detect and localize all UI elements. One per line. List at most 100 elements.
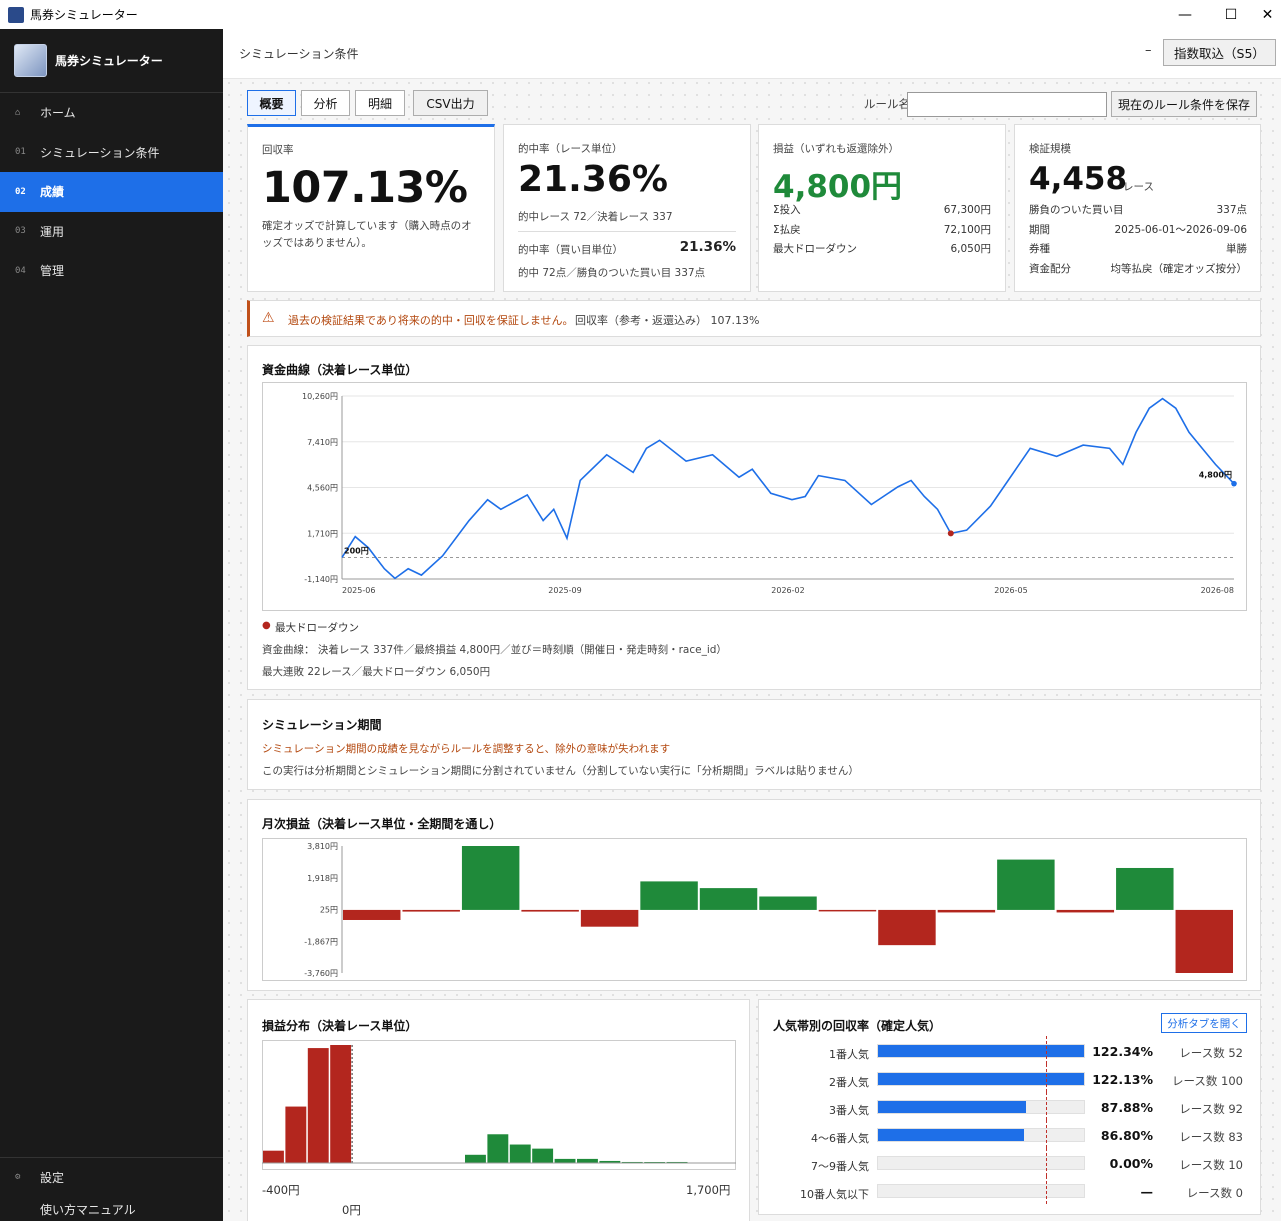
scale-key: 勝負のついた買い目 xyxy=(1029,204,1124,217)
histogram-bar-profit xyxy=(532,1148,554,1163)
histogram-bar-profit xyxy=(509,1144,531,1163)
sidebar-item-operation[interactable]: 03 運用 xyxy=(0,212,223,252)
y-tick-label: 25円 xyxy=(320,906,338,915)
csv-export-button[interactable]: CSV出力 xyxy=(413,90,488,116)
page-title: シミュレーション条件 xyxy=(239,47,359,61)
popularity-row: 4～6番人気 86.80% レース数 83 xyxy=(759,1120,1259,1152)
popularity-rate: 122.34% xyxy=(1092,1044,1153,1059)
divider xyxy=(518,231,736,232)
monthly-bar xyxy=(580,909,639,927)
hit-rate-title: 的中率（レース単位） xyxy=(518,143,623,155)
scale-title: 検証規模 xyxy=(1029,143,1071,155)
collapse-button[interactable]: – xyxy=(1145,43,1152,58)
sidebar-item-label: 成績 xyxy=(40,185,65,200)
y-tick-label: 10,260円 xyxy=(302,392,338,401)
drawdown-legend-icon: ● xyxy=(262,620,271,631)
popularity-card: 人気帯別の回収率（確定人気） 分析タブを開く 1番人気 122.34% レース数 5… xyxy=(758,999,1261,1215)
popularity-rate: 86.80% xyxy=(1100,1128,1153,1143)
monthly-bar xyxy=(997,859,1055,910)
monthly-bar xyxy=(521,909,579,912)
maximize-button[interactable]: ☐ xyxy=(1208,0,1254,29)
popularity-bar-fill xyxy=(878,1101,1026,1113)
pl-key: Σ払戻 xyxy=(773,223,801,236)
scale-row: 勝負のついた買い目 337点 xyxy=(1029,200,1247,220)
monthly-bar xyxy=(402,909,460,912)
tab-analysis[interactable]: 分析 xyxy=(301,90,350,116)
x-tick-label: 2025-09 xyxy=(548,586,581,595)
close-button[interactable]: ✕ xyxy=(1254,0,1281,29)
open-analysis-tab-button[interactable]: 分析タブを開く xyxy=(1161,1013,1247,1033)
reference-line xyxy=(1046,1176,1047,1204)
sidebar-item-label: 設定 xyxy=(40,1170,65,1185)
sidebar-item-admin[interactable]: 04 管理 xyxy=(0,251,223,291)
pl-value: 72,100円 xyxy=(943,223,991,236)
pl-key: Σ投入 xyxy=(773,204,801,217)
equity-chart: 10,260円 7,410円 4,560円 1,710円 -1,140円 2025-06 2… xyxy=(262,382,1247,611)
monthly-bar xyxy=(759,896,817,910)
scale-row: 期間 2025-06-01～2026-09-06 xyxy=(1029,220,1247,240)
scale-value-cell: 337点 xyxy=(1216,204,1247,217)
sidebar-brand[interactable]: 馬券シミュレーター xyxy=(0,29,223,93)
warning-banner: ⚠ 過去の検証結果であり将来の的中・回収を保証しません。 回収率（参考・返還込み… xyxy=(247,300,1261,337)
sidebar-item-manual[interactable]: 使い方マニュアル xyxy=(0,1197,223,1221)
popularity-rate: — xyxy=(1140,1184,1154,1199)
tab-details[interactable]: 明細 xyxy=(355,90,405,116)
scale-unit: レース xyxy=(1123,181,1154,193)
histogram-bar-loss xyxy=(285,1106,307,1163)
sidebar-item-number: 04 xyxy=(15,265,26,276)
y-tick-label: 1,918円 xyxy=(307,874,338,883)
monthly-bar xyxy=(1056,909,1115,913)
scale-value-cell: 均等払戻（確定オッズ按分） xyxy=(1110,262,1248,275)
y-tick-label: -1,140円 xyxy=(304,575,338,584)
monthly-bar xyxy=(1116,867,1174,910)
monthly-bar xyxy=(699,888,758,910)
histogram-bar-profit xyxy=(577,1158,598,1163)
monthly-bar xyxy=(1175,909,1233,973)
save-rule-button[interactable]: 現在のルール条件を保存 xyxy=(1111,91,1257,117)
popularity-row: 1番人気 122.34% レース数 52 xyxy=(759,1036,1259,1068)
popularity-row: 2番人気 122.13% レース数 100 xyxy=(759,1064,1259,1096)
sidebar-item-results[interactable]: 02 成績 xyxy=(0,172,223,212)
popularity-bar-track xyxy=(877,1072,1085,1086)
tab-overview[interactable]: 概要 xyxy=(247,90,296,116)
bet-hit-rate-value: 21.36% xyxy=(679,239,736,255)
popularity-rate: 122.13% xyxy=(1092,1072,1153,1087)
reference-line xyxy=(1046,1148,1047,1176)
rule-name-label: ルール名 xyxy=(864,97,910,111)
drawdown-point xyxy=(947,530,954,537)
y-tick-label: 7,410円 xyxy=(307,438,338,447)
bet-hit-rate-label: 的中率（買い目単位） xyxy=(518,244,623,256)
popularity-count: レース数 100 xyxy=(1171,1074,1243,1088)
sidebar-item-number: 03 xyxy=(15,226,26,237)
bet-hit-rate-sub: 的中 72点／勝負のついた買い目 337点 xyxy=(518,267,706,279)
roi-value: 107.13% xyxy=(262,163,468,213)
sidebar-item-label: ホーム xyxy=(40,106,76,121)
distribution-card: 損益分布（決着レース単位） -400円 1,700円 0円 xyxy=(247,999,750,1221)
pl-row: Σ投入 67,300円 xyxy=(773,200,991,220)
popularity-bar-track xyxy=(877,1044,1085,1058)
reference-line xyxy=(1046,1120,1047,1148)
distribution-zero: 0円 xyxy=(342,1203,361,1217)
sidebar-item-simulation[interactable]: 01 シミュレーション条件 xyxy=(0,133,223,173)
profit-loss-rows: Σ投入 67,300円 Σ払戻 72,100円 最大ドローダウン 6,050円 xyxy=(773,200,991,259)
app-icon xyxy=(8,6,24,23)
window-title: 馬券シミュレーター xyxy=(30,8,138,22)
minimize-button[interactable]: — xyxy=(1162,0,1208,29)
sidebar-item-settings[interactable]: ⚙ 設定 xyxy=(0,1158,223,1198)
period-title: シミュレーション期間 xyxy=(262,718,382,732)
distribution-xmax: 1,700円 xyxy=(686,1183,731,1197)
equity-info-2: 最大連敗 22レース／最大ドローダウン 6,050円 xyxy=(262,666,491,678)
histogram-bar-profit xyxy=(487,1134,509,1163)
rule-name-input[interactable] xyxy=(907,92,1107,117)
sidebar-item-label: 運用 xyxy=(40,224,65,239)
profit-loss-card: 損益（いずれも返還除外） 4,800円 Σ投入 67,300円 Σ払戻 72,100… xyxy=(758,124,1006,292)
import-index-button[interactable]: 指数取込（S5） xyxy=(1163,39,1276,66)
sidebar-item-home[interactable]: ⌂ ホーム xyxy=(0,93,223,133)
monthly-bar xyxy=(640,881,698,910)
pl-row: 最大ドローダウン 6,050円 xyxy=(773,239,991,259)
popularity-rate: 0.00% xyxy=(1109,1156,1153,1171)
equity-title: 資金曲線（決着レース単位） xyxy=(262,363,418,377)
scale-value-cell: 2025-06-01～2026-09-06 xyxy=(1114,223,1247,236)
histogram-bar-loss xyxy=(263,1150,284,1163)
scale-key: 資金配分 xyxy=(1029,262,1071,275)
